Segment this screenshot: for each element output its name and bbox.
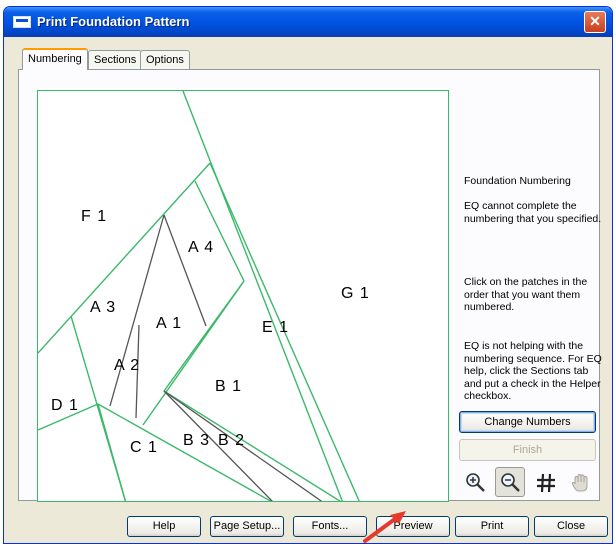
grid-icon (537, 473, 555, 493)
patch-label: D 1 (51, 397, 79, 414)
change-numbers-button[interactable]: Change Numbers (459, 411, 596, 433)
seam-line (97, 403, 272, 501)
info-warning: EQ cannot complete the numbering that yo… (464, 200, 602, 225)
patch-label: C 1 (130, 439, 158, 456)
print-foundation-dialog: Print Foundation Pattern ✕ Numbering Sec… (3, 6, 613, 544)
patch-label: B 3 (183, 432, 211, 449)
hand-icon (571, 473, 588, 492)
annotation-arrow-icon (363, 511, 406, 543)
zoom-in-button[interactable] (460, 467, 490, 497)
info-help: EQ is not helping with the numbering seq… (464, 340, 602, 402)
print-button[interactable]: Print (455, 516, 529, 537)
finish-button[interactable]: Finish (459, 439, 596, 461)
piece-line (163, 214, 207, 327)
tab-options[interactable]: Options (140, 50, 190, 69)
patch-label: A 2 (114, 357, 141, 374)
numbering-panel: F 1 A 4 A 3 A 1 G 1 E 1 A 2 B 1 D 1 B 3 … (18, 69, 602, 502)
patch-label: B 2 (218, 432, 246, 449)
patch-label: B 1 (215, 378, 243, 395)
help-button[interactable]: Help (127, 516, 201, 537)
patch-label: A 3 (90, 299, 117, 316)
seam-line (163, 280, 245, 392)
window-title: Print Foundation Pattern (37, 14, 190, 29)
info-heading: Foundation Numbering (464, 175, 571, 187)
patch-label: F 1 (81, 208, 108, 225)
close-window-icon[interactable]: ✕ (584, 11, 606, 33)
close-button[interactable]: Close (534, 516, 608, 537)
grid-button[interactable] (530, 467, 560, 497)
page-setup-button[interactable]: Page Setup... (210, 516, 284, 537)
window-icon (13, 16, 31, 28)
tab-sections[interactable]: Sections (88, 50, 143, 69)
patch-label: G 1 (341, 285, 370, 302)
pattern-canvas[interactable]: F 1 A 4 A 3 A 1 G 1 E 1 A 2 B 1 D 1 B 3 … (37, 90, 449, 502)
patch-label: A 4 (188, 239, 215, 256)
title-bar: Print Foundation Pattern ✕ (4, 7, 612, 37)
info-instruction: Click on the patches in the order that y… (464, 276, 588, 313)
zoom-out-button[interactable] (495, 467, 525, 497)
zoom-out-icon (501, 473, 520, 492)
tab-numbering[interactable]: Numbering (22, 48, 88, 70)
hand-button[interactable] (565, 467, 595, 497)
zoom-in-icon (466, 473, 485, 492)
seam-line (97, 403, 127, 501)
fonts-button[interactable]: Fonts... (293, 516, 367, 537)
seam-line (38, 162, 211, 354)
patch-label: A 1 (156, 315, 183, 332)
patch-label: E 1 (262, 319, 290, 336)
